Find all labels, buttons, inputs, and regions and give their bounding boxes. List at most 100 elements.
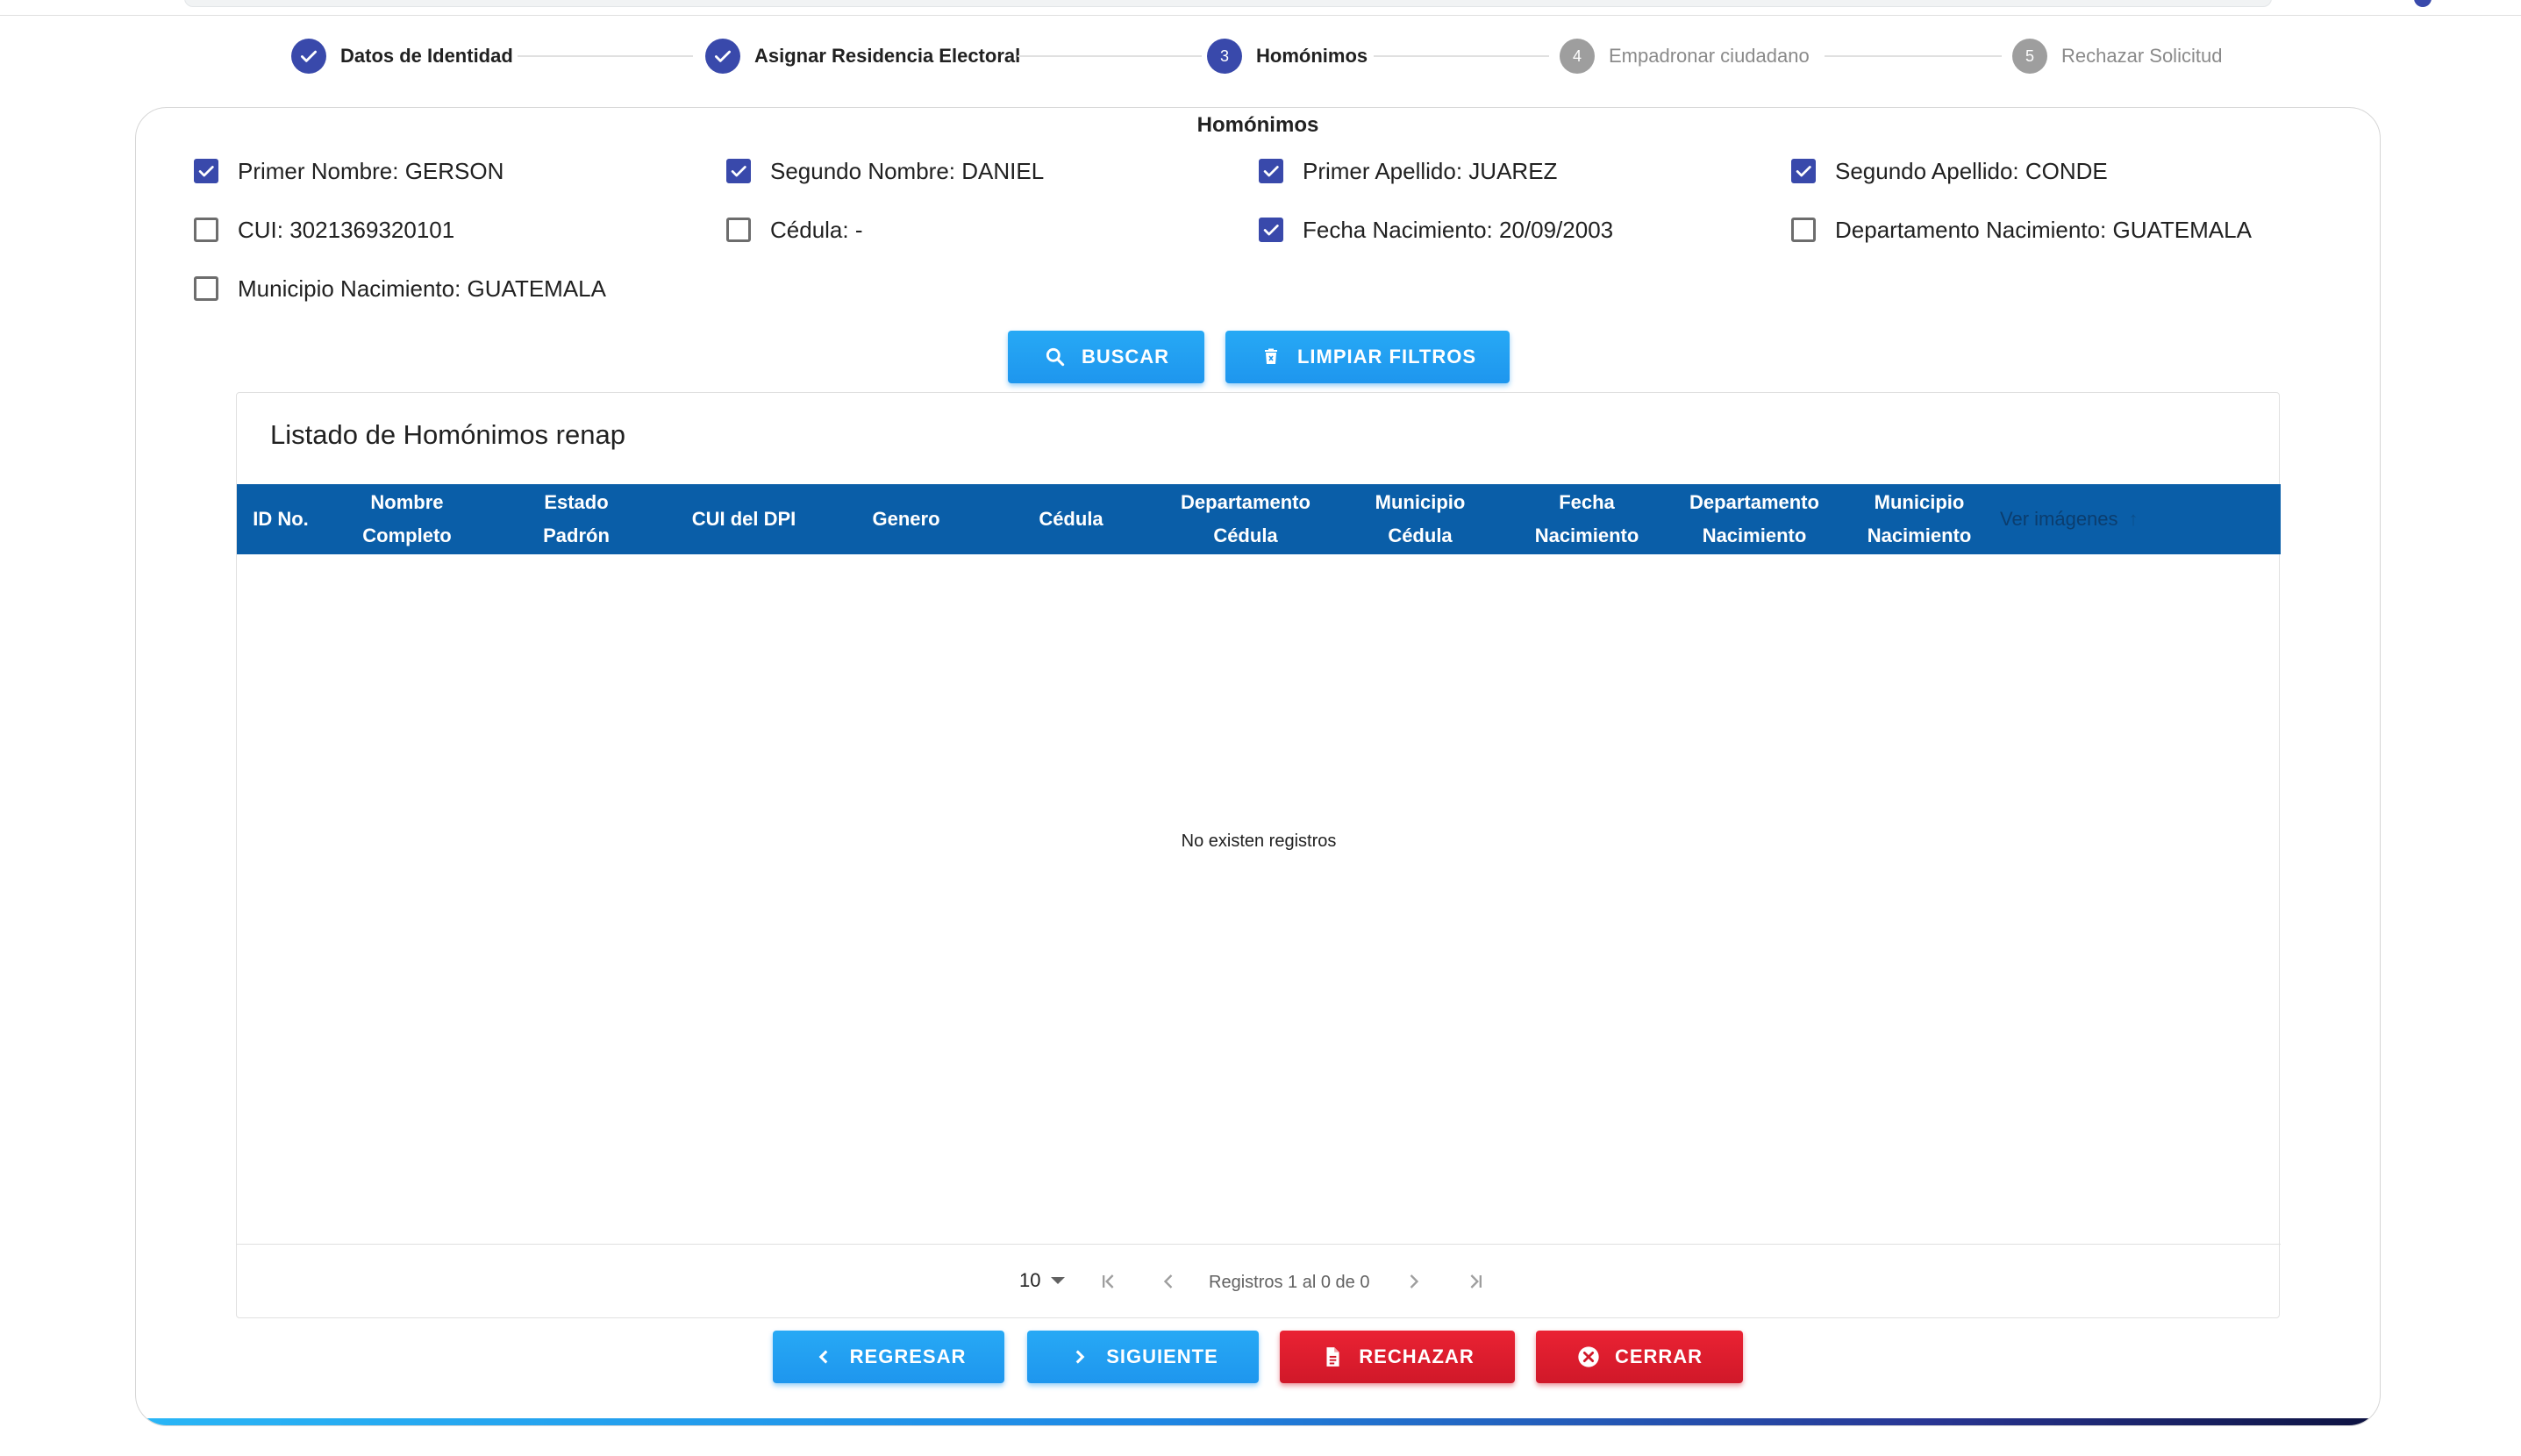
column-header-text: Departamento xyxy=(1181,491,1310,513)
buscar-button[interactable]: BUSCAR xyxy=(1008,331,1204,383)
last-page-icon[interactable] xyxy=(1460,1266,1491,1297)
empty-message: No existen registros xyxy=(1181,831,1337,851)
check-icon xyxy=(291,39,326,74)
filter-label: CUI: 3021369320101 xyxy=(238,216,455,243)
checkbox-unchecked-icon[interactable] xyxy=(194,218,218,242)
column-header-text: Cédula xyxy=(1388,525,1453,546)
column-header-label: Nombre Completo xyxy=(362,486,451,553)
filter-municipio-nacimiento[interactable]: Municipio Nacimiento: GUATEMALA xyxy=(194,274,606,303)
top-search-bar[interactable] xyxy=(184,0,2272,7)
sort-arrow-icon[interactable]: ↑ xyxy=(2129,503,2139,536)
column-header[interactable]: Departamento Cédula xyxy=(1154,484,1337,554)
card-accent-bar xyxy=(136,1418,2380,1425)
filter-fecha-nacimiento[interactable]: Fecha Nacimiento: 20/09/2003 xyxy=(1259,215,1613,245)
column-header-label: Genero xyxy=(872,503,939,536)
filter-cui[interactable]: CUI: 3021369320101 xyxy=(194,215,454,245)
stepper: Datos de Identidad Asignar Residencia El… xyxy=(0,32,2521,81)
column-header-text: Fecha xyxy=(1559,491,1615,513)
column-header-text: Municipio xyxy=(1874,491,1965,513)
filter-departamento-nacimiento[interactable]: Departamento Nacimiento: GUATEMALA xyxy=(1791,215,2252,245)
previous-page-icon[interactable] xyxy=(1153,1266,1184,1297)
column-header[interactable]: Cédula xyxy=(988,484,1154,554)
checkbox-checked-icon[interactable] xyxy=(1259,218,1283,242)
column-header[interactable]: Nombre Completo xyxy=(325,484,489,554)
next-page-icon[interactable] xyxy=(1398,1266,1430,1297)
column-header-text: Nacimiento xyxy=(1867,525,1972,546)
column-header-text: Nacimiento xyxy=(1702,525,1807,546)
homonimos-table-panel: Listado de Homónimos renap ID No. Nombre C… xyxy=(236,392,2281,1319)
top-bar xyxy=(0,0,2521,16)
column-header[interactable]: Estado Padrón xyxy=(489,484,663,554)
column-header-label: Departamento Cédula xyxy=(1181,486,1310,553)
column-header-text: Municipio xyxy=(1375,491,1466,513)
check-icon xyxy=(705,39,740,74)
table-title: Listado de Homónimos renap xyxy=(270,419,625,450)
column-header-label: Estado Padrón xyxy=(543,486,610,553)
step-label: Datos de Identidad xyxy=(340,45,513,67)
column-header-label: Municipio Nacimiento xyxy=(1868,486,1972,553)
checkbox-unchecked-icon[interactable] xyxy=(726,218,751,242)
column-header-label: Fecha Nacimiento xyxy=(1535,486,1639,553)
checkbox-checked-icon[interactable] xyxy=(194,159,218,183)
step-homonimos[interactable]: 3 Homónimos xyxy=(1207,39,1368,74)
step-connector xyxy=(1374,55,1549,57)
column-header-label: Ver imágenes xyxy=(2000,503,2118,536)
column-header-text: Nacimiento xyxy=(1534,525,1639,546)
column-header[interactable]: CUI del DPI xyxy=(663,484,825,554)
siguiente-label: SIGUIENTE xyxy=(1106,1345,1218,1367)
regresar-button[interactable]: REGRESAR xyxy=(773,1331,1004,1383)
page-size-value: 10 xyxy=(1019,1269,1041,1291)
filter-primer-nombre[interactable]: Primer Nombre: GERSON xyxy=(194,156,503,186)
column-header-text: Nombre xyxy=(370,491,444,513)
filter-label: Cédula: - xyxy=(770,216,863,243)
rechazar-button[interactable]: RECHAZAR xyxy=(1280,1331,1515,1383)
checkbox-checked-icon[interactable] xyxy=(726,159,751,183)
checkbox-checked-icon[interactable] xyxy=(1791,159,1816,183)
chevron-down-icon xyxy=(1051,1277,1066,1284)
column-header-text: Ver imágenes xyxy=(2000,508,2118,530)
column-header[interactable]: Ver imágenes ↑ xyxy=(2000,484,2263,554)
step-asignar-residencia[interactable]: Asignar Residencia Electoral xyxy=(705,39,1020,74)
paginator: 10 Registros 1 al 0 de 0 xyxy=(237,1244,2281,1319)
page-size-select[interactable]: 10 xyxy=(1019,1269,1066,1292)
limpiar-filtros-button[interactable]: LIMPIAR FILTROS xyxy=(1225,331,1510,383)
rechazar-label: RECHAZAR xyxy=(1359,1345,1475,1367)
siguiente-button[interactable]: SIGUIENTE xyxy=(1027,1331,1259,1383)
column-header-text: Cédula xyxy=(1039,508,1103,530)
filter-cedula[interactable]: Cédula: - xyxy=(726,215,863,245)
step-datos-identidad[interactable]: Datos de Identidad xyxy=(291,39,513,74)
first-page-icon[interactable] xyxy=(1093,1266,1125,1297)
step-number-badge: 3 xyxy=(1207,39,1242,74)
cerrar-button[interactable]: CERRAR xyxy=(1536,1331,1743,1383)
column-header-text: Estado xyxy=(544,491,609,513)
filter-label: Municipio Nacimiento: GUATEMALA xyxy=(238,275,606,302)
checkbox-checked-icon[interactable] xyxy=(1259,159,1283,183)
checkbox-unchecked-icon[interactable] xyxy=(1791,218,1816,242)
step-connector xyxy=(1018,55,1202,57)
step-number-badge: 4 xyxy=(1560,39,1595,74)
regresar-label: REGRESAR xyxy=(849,1345,967,1367)
step-rechazar-solicitud[interactable]: 5 Rechazar Solicitud xyxy=(2012,39,2222,74)
filter-label: Fecha Nacimiento: 20/09/2003 xyxy=(1303,216,1614,243)
column-header-text: CUI del DPI xyxy=(691,508,796,530)
search-icon xyxy=(1043,345,1068,369)
user-avatar[interactable] xyxy=(2414,0,2432,7)
filter-primer-apellido[interactable]: Primer Apellido: JUAREZ xyxy=(1259,156,1557,186)
column-header[interactable]: Departamento Nacimiento xyxy=(1670,484,1839,554)
filter-segundo-nombre[interactable]: Segundo Nombre: DANIEL xyxy=(726,156,1044,186)
column-header[interactable]: Municipio Cédula xyxy=(1337,484,1503,554)
checkbox-unchecked-icon[interactable] xyxy=(194,276,218,301)
cerrar-label: CERRAR xyxy=(1614,1345,1703,1367)
filter-segundo-apellido[interactable]: Segundo Apellido: CONDE xyxy=(1791,156,2108,186)
step-label: Asignar Residencia Electoral xyxy=(754,45,1021,67)
homonimos-card: Homónimos Primer Nombre: GERSON Segundo … xyxy=(135,107,2381,1426)
column-header[interactable]: Genero xyxy=(825,484,988,554)
column-header[interactable]: Fecha Nacimiento xyxy=(1503,484,1670,554)
filter-label: Segundo Apellido: CONDE xyxy=(1835,157,2108,184)
filter-label: Departamento Nacimiento: GUATEMALA xyxy=(1835,216,2252,243)
column-header[interactable]: ID No. xyxy=(237,484,325,554)
column-header[interactable]: Municipio Nacimiento xyxy=(1839,484,2000,554)
column-header-label: CUI del DPI xyxy=(692,503,796,536)
column-header-label: Departamento Nacimiento xyxy=(1689,486,1819,553)
step-empadronar[interactable]: 4 Empadronar ciudadano xyxy=(1560,39,1810,74)
